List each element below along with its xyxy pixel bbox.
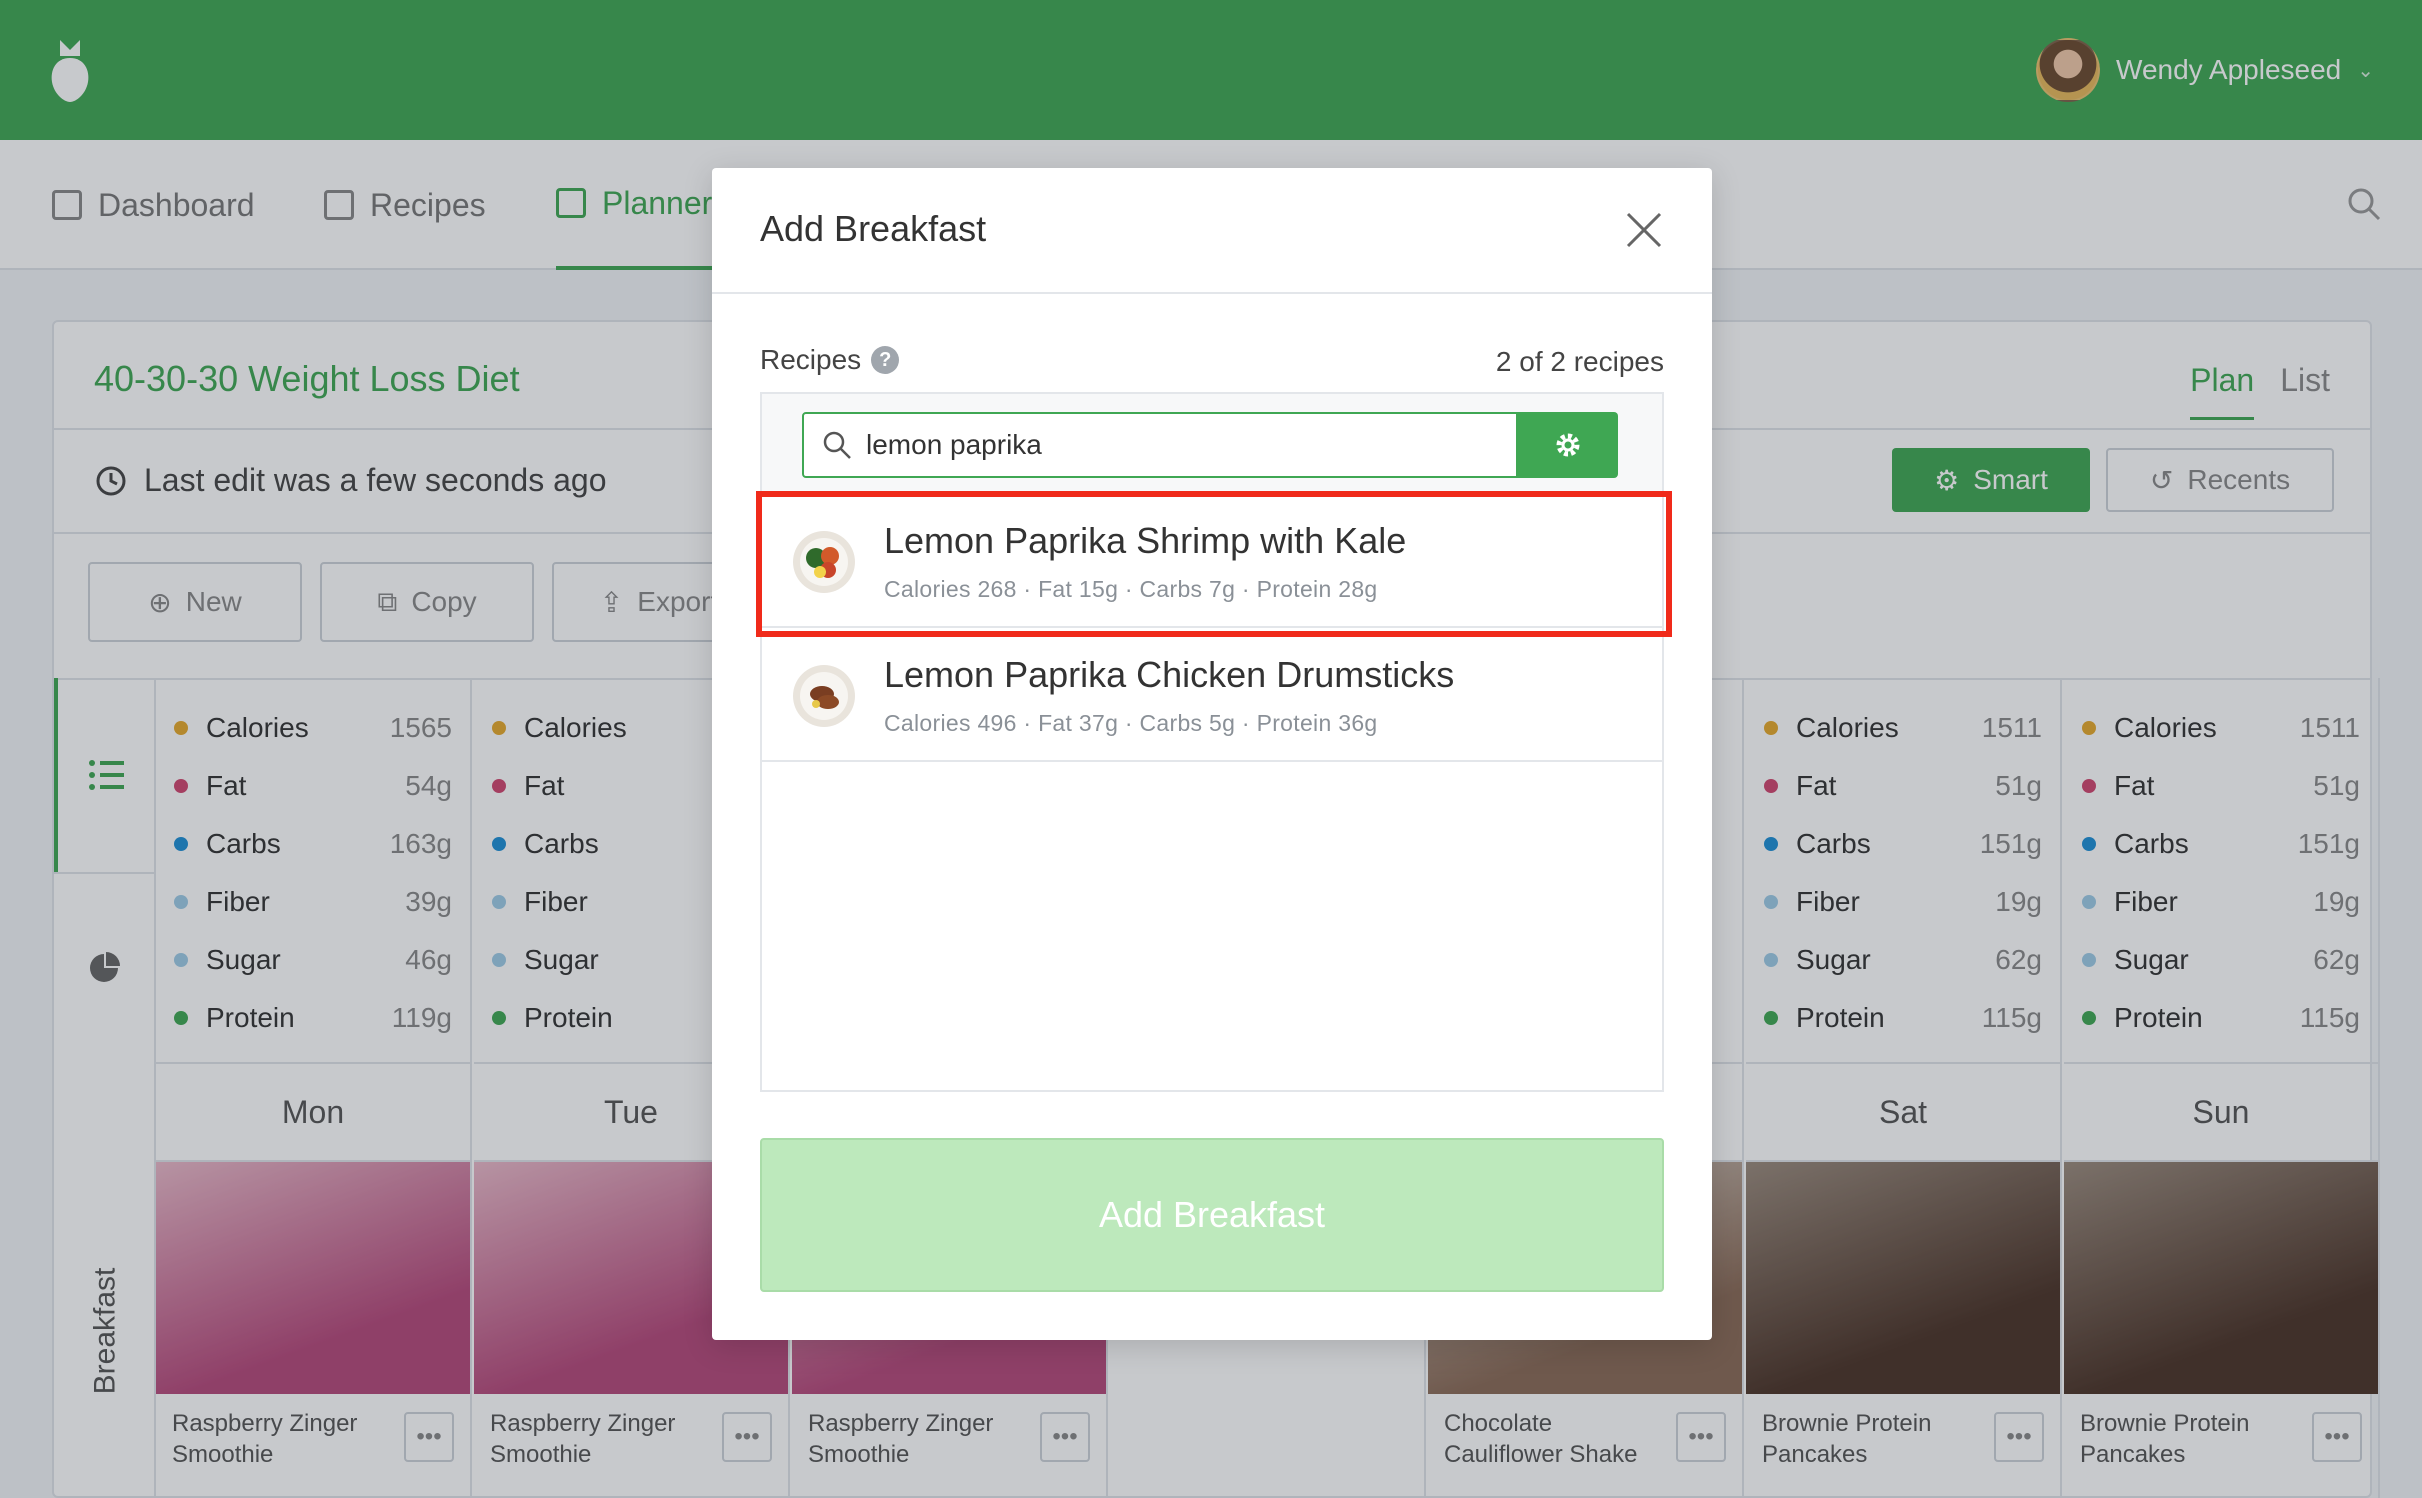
gear-icon (1556, 433, 1580, 457)
recipes-label-text: Recipes (760, 344, 862, 375)
selection-highlight (756, 491, 1672, 637)
add-breakfast-modal: Add Breakfast Recipes ? 2 of 2 recipes l… (712, 168, 1712, 1340)
recipe-count: 2 of 2 recipes (1495, 346, 1664, 377)
modal-header: Add Breakfast (712, 168, 1712, 294)
help-icon[interactable]: ? (871, 346, 900, 374)
modal-title: Add Breakfast (760, 208, 987, 249)
recipe-name: Lemon Paprika Chicken Drumsticks (884, 654, 1455, 695)
recipe-thumbnail (793, 665, 855, 727)
search-icon (823, 431, 851, 459)
recipe-nutrition: Calories 496 · Fat 37g · Carbs 5g · Prot… (884, 710, 1378, 736)
recipes-label: Recipes ? (760, 344, 900, 376)
search-settings-button[interactable] (1518, 412, 1618, 478)
search-row (762, 394, 1662, 494)
recipe-result[interactable]: Lemon Paprika Chicken Drumsticks Calorie… (762, 628, 1662, 762)
search-field[interactable] (802, 412, 1518, 478)
search-input[interactable] (866, 429, 1466, 461)
add-breakfast-button[interactable]: Add Breakfast (760, 1138, 1664, 1292)
close-icon[interactable] (1624, 210, 1664, 250)
recipe-list-box: Lemon Paprika Shrimp with Kale Calories … (756, 392, 1672, 1092)
